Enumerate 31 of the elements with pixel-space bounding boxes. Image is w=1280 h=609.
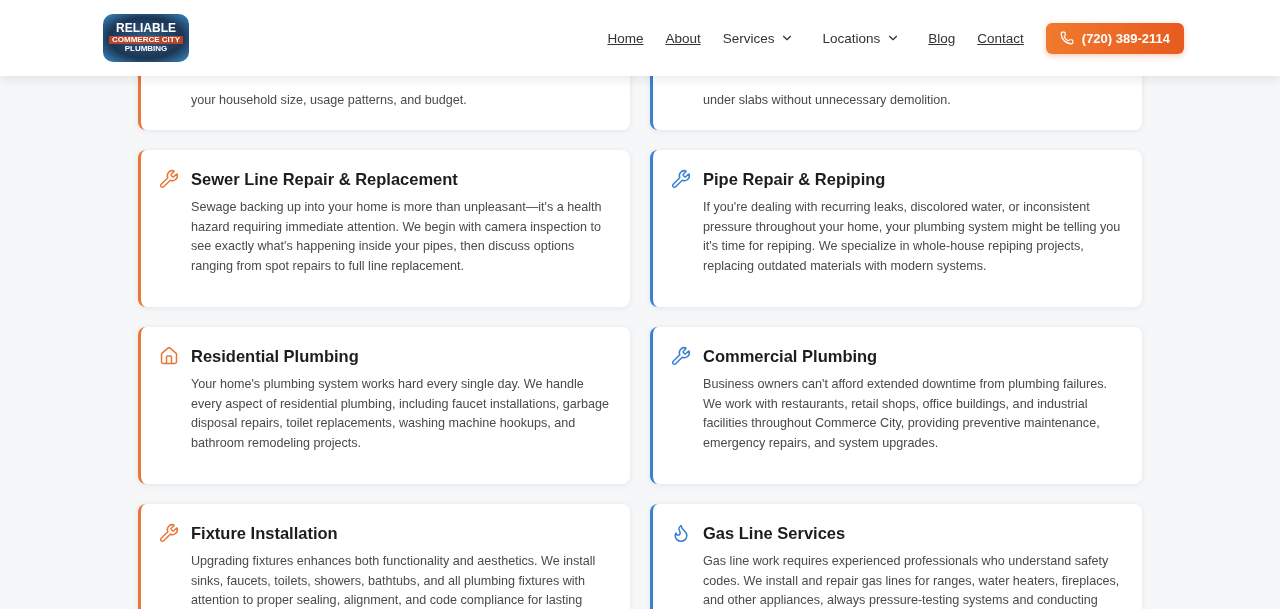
nav-link[interactable]: Services bbox=[722, 30, 795, 46]
phone-icon bbox=[1059, 31, 1074, 45]
nav-link[interactable]: Locations bbox=[822, 30, 901, 46]
service-description: under slabs without unnecessary demolition. bbox=[703, 92, 951, 109]
service-title: Sewer Line Repair & Replacement bbox=[191, 169, 459, 190]
wrench-icon bbox=[159, 523, 179, 543]
company-logo[interactable]: RELIABLE COMMERCE CITY PLUMBING bbox=[103, 14, 189, 62]
service-title: Pipe Repair & Repiping bbox=[703, 169, 887, 190]
service-title: Commercial Plumbing bbox=[703, 346, 879, 367]
service-description: Upgrading fixtures enhances both functionality and aesthetics. We install sinks, faucets, toilets, showers, bathtubs, and all plumbing fixtures with attention to proper sealing, alignment, and code compliance for lasting bbox=[191, 553, 597, 609]
service-description: Sewage backing up into your home is more than unpleasant—it's a health hazard requiring immediate attention. We begin with camera inspection to see exactly what's happening inside your pipes, then discuss options ranging from spot repairs to full line replacement. bbox=[191, 199, 603, 275]
nav-link[interactable]: Contact bbox=[977, 30, 1024, 46]
service-description: Business owners can't afford extended downtime from plumbing failures. We work with restaurants, retail shops, office buildings, and industrial facilities throughout Commerce City, providing preventive maintenance, emergency repairs, and system upgrades. bbox=[703, 376, 1108, 452]
wrench-icon bbox=[671, 346, 691, 366]
logo-text: PLUMBING bbox=[123, 45, 169, 54]
service-description: Gas line work requires experienced professionals who understand safety codes. We install and repair gas lines for ranges, water heaters, fireplaces, and other appliances, always pressure-testing systems and conducting bbox=[703, 553, 1121, 609]
house-icon bbox=[159, 346, 179, 366]
nav-link[interactable]: Home bbox=[607, 30, 644, 46]
wrench-icon bbox=[671, 169, 691, 189]
service-description: If you're dealing with recurring leaks, discolored water, or inconsistent pressure throughout your home, your plumbing system might be telling you it's time for repiping. We specialize in whole-house repiping projects, replacing outdated materials with modern systems. bbox=[703, 199, 1122, 275]
nav-link[interactable]: Blog bbox=[928, 30, 956, 46]
logo-text: RELIABLE bbox=[115, 22, 177, 35]
service-description: Your home's plumbing system works hard every single day. We handle every aspect of residential plumbing, including faucet installations, garbage disposal repairs, toilet replacements, washing machine hookups, and bathroom remodeling projects. bbox=[191, 376, 610, 452]
service-title: Gas Line Services bbox=[703, 523, 847, 544]
flame-icon bbox=[671, 523, 691, 543]
service-title: Fixture Installation bbox=[191, 523, 339, 544]
nav-link[interactable]: About bbox=[665, 30, 701, 46]
logo-text: COMMERCE CITY bbox=[109, 35, 183, 45]
wrench-icon bbox=[159, 169, 179, 189]
service-title: Residential Plumbing bbox=[191, 346, 360, 367]
service-description: your household size, usage patterns, and budget. bbox=[191, 92, 467, 109]
